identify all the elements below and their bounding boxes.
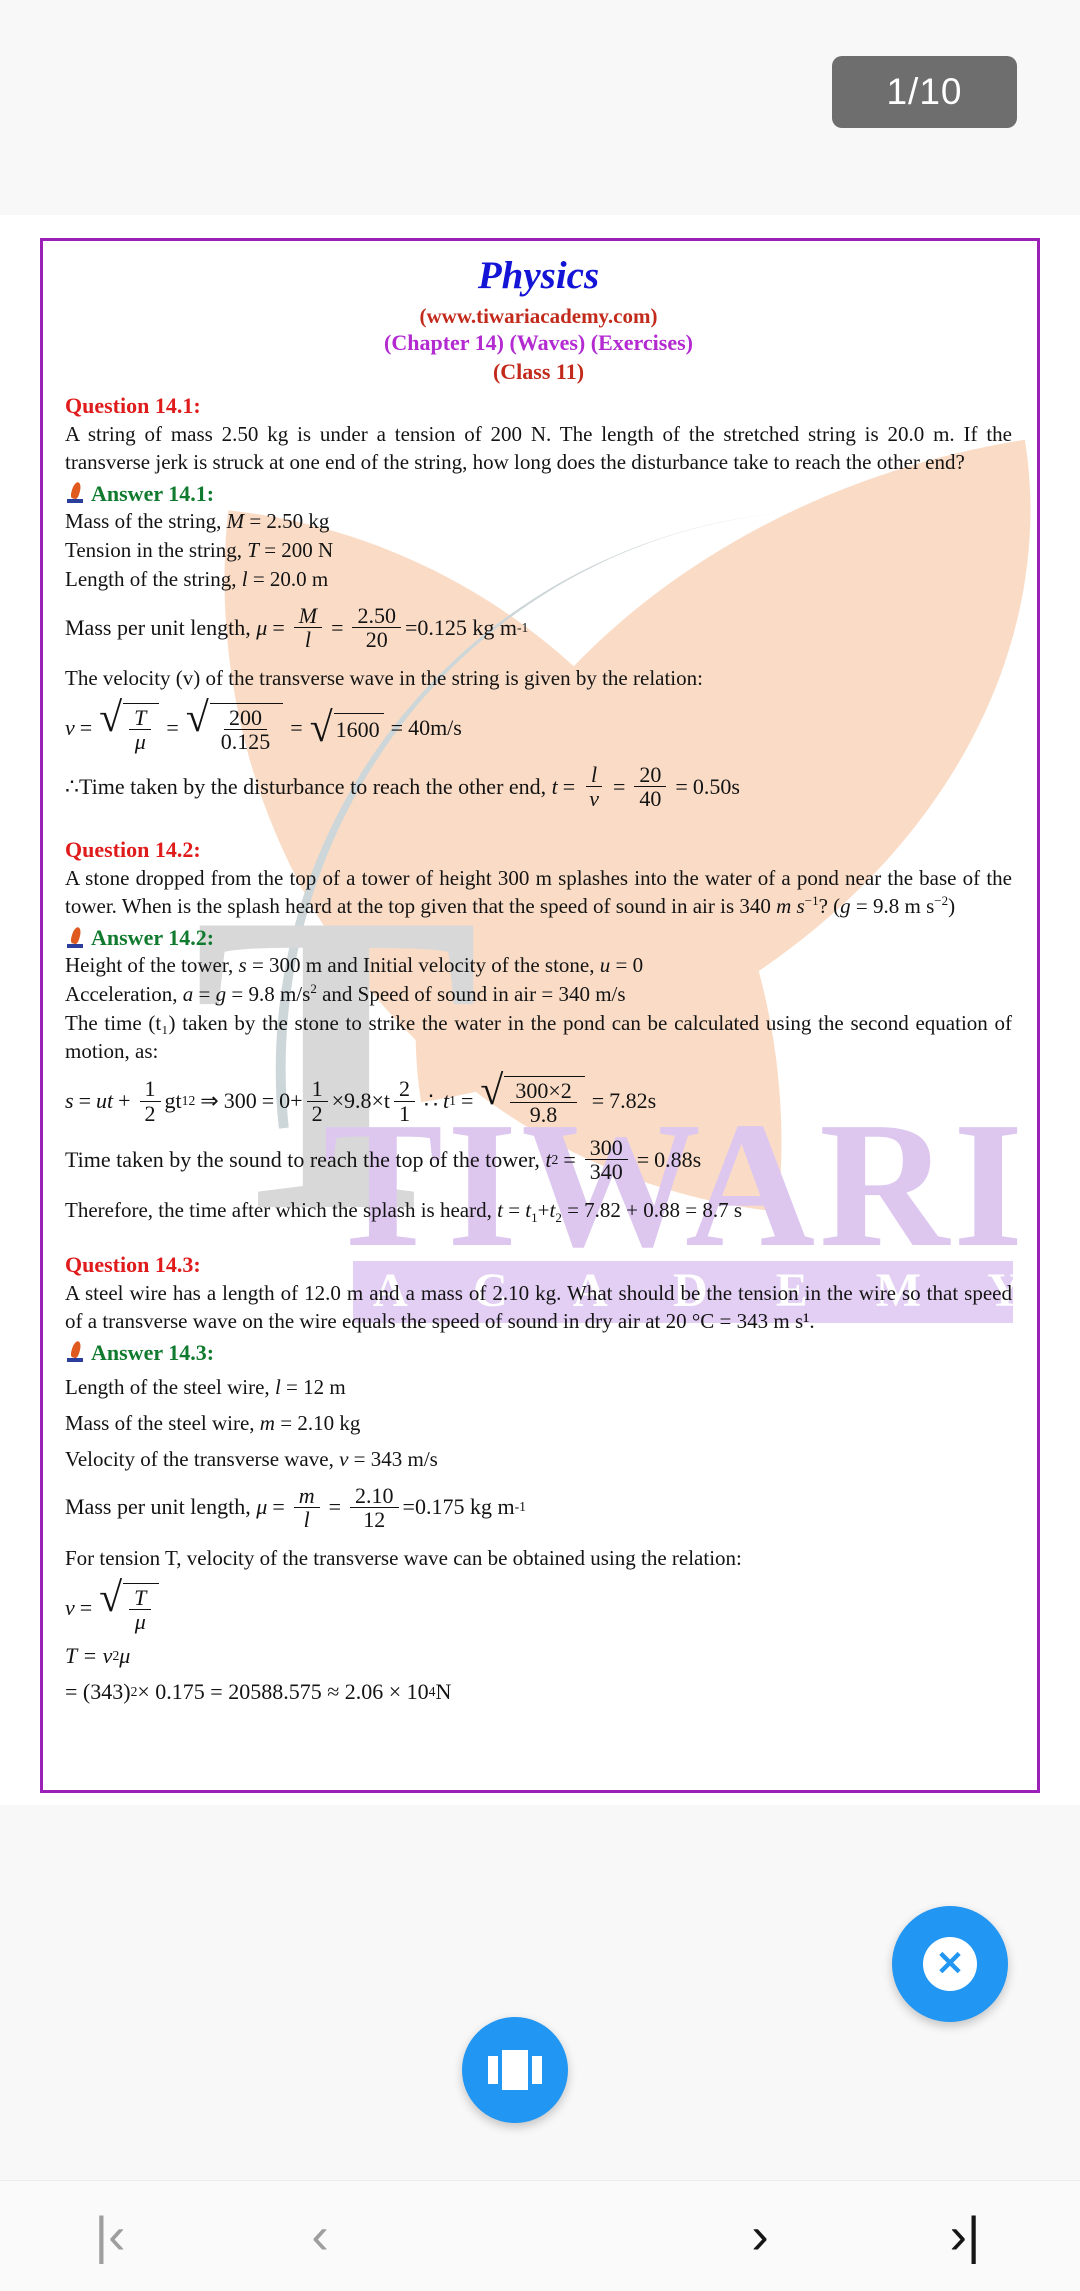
pen-icon — [65, 925, 87, 949]
close-button[interactable]: ✕ — [892, 1906, 1008, 2022]
q2-second-equation-intro: The time (t₁) taken by the stone to stri… — [65, 1011, 1012, 1064]
answer-14-1-heading: Answer 14.1: — [65, 480, 1012, 508]
question-14-1-heading: Question 14.1: — [65, 393, 201, 419]
q1-mass-per-unit-length-equation: Mass per unit length, μ = Ml = 2.50 20 =0.… — [65, 602, 529, 653]
q2-sound-time-equation: Time taken by the sound to reach the top… — [65, 1135, 702, 1185]
question-14-2-heading: Question 14.2: — [65, 837, 201, 863]
q2-motion-equation: s = ut + 12 gt 1 2 ⇒ 300 = 0+ 12 ×9.8×t 21 ∴ … — [65, 1067, 657, 1128]
answer-14-3-heading: Answer 14.3: — [65, 1339, 1012, 1367]
q1-given-tension: Tension in the string, T = 200 N — [65, 538, 334, 563]
answer-14-2-label: Answer 14.2: — [91, 924, 215, 950]
page-indicator: 1/10 — [832, 56, 1017, 128]
q1-velocity-intro: The velocity (v) of the transverse wave … — [65, 666, 703, 691]
q3-tension-formula: T = v2 μ — [65, 1643, 131, 1669]
bottom-navigation-bar: |‹ ‹ › ›| — [0, 2180, 1080, 2291]
q3-given-mass: Mass of the steel wire, m = 2.10 kg — [65, 1411, 361, 1436]
view-carousel-icon — [488, 2050, 542, 2090]
q2-given-acceleration: Acceleration, a = g = 9.8 m/s2 and Speed… — [65, 981, 626, 1007]
previous-page-button[interactable]: ‹ — [260, 2199, 380, 2273]
view-carousel-button[interactable] — [462, 2017, 568, 2123]
q3-given-velocity: Velocity of the transverse wave, v = 343… — [65, 1446, 438, 1471]
q1-given-mass: Mass of the string, M = 2.50 kg — [65, 509, 330, 534]
next-page-button[interactable]: › — [700, 2199, 820, 2273]
question-14-1-text: A string of mass 2.50 kg is under a tens… — [65, 421, 1012, 474]
question-14-3-text: A steel wire has a length of 12.0 m and … — [65, 1280, 1012, 1333]
question-14-2-text: A stone dropped from the top of a tower … — [65, 865, 1012, 918]
close-icon: ✕ — [923, 1937, 977, 1991]
q3-mass-per-unit-length-equation: Mass per unit length, μ = ml = 2.10 12 =0.… — [65, 1482, 526, 1532]
q1-velocity-equation: v = √ Tμ = √ 200 0.125 = √ 1600 = 40m/s — [65, 695, 462, 755]
q2-final-answer: Therefore, the time after which the spla… — [65, 1198, 743, 1226]
document-class: (Class 11) — [492, 358, 585, 384]
document-title: Physics — [477, 254, 600, 297]
q2-given-height: Height of the tower, s = 300 m and Initi… — [65, 953, 644, 978]
answer-14-1-label: Answer 14.1: — [91, 480, 215, 506]
q3-given-length: Length of the steel wire, l = 12 m — [65, 1375, 346, 1400]
pen-icon — [65, 481, 87, 504]
document-chapter: (Chapter 14) (Waves) (Exercises) — [384, 330, 693, 356]
answer-14-2-heading: Answer 14.2: — [65, 924, 1012, 952]
q3-tension-intro: For tension T, velocity of the transvers… — [65, 1546, 742, 1571]
question-14-3-heading: Question 14.3: — [65, 1252, 201, 1278]
document-page[interactable]: T TIWARI A C A D E M Y Physics (www.tiwa… — [40, 238, 1040, 1793]
q3-final-answer: = (343) 2 × 0.175 = 20588.575 ≈ 2.06 × 10… — [65, 1679, 452, 1705]
document-canvas[interactable]: T TIWARI A C A D E M Y Physics (www.tiwa… — [0, 215, 1080, 1805]
q3-velocity-equation: v = √ Tμ — [65, 1577, 1012, 1633]
pen-icon — [65, 1340, 87, 1363]
answer-14-3-label: Answer 14.3: — [91, 1339, 215, 1365]
document-website: (www.tiwariacademy.com) — [419, 303, 658, 328]
q1-given-length: Length of the string, l = 20.0 m — [65, 567, 329, 592]
q1-time-equation: ∴Time taken by the disturbance to reach … — [65, 762, 740, 812]
last-page-button[interactable]: ›| — [905, 2199, 1025, 2273]
first-page-button[interactable]: |‹ — [50, 2199, 170, 2273]
